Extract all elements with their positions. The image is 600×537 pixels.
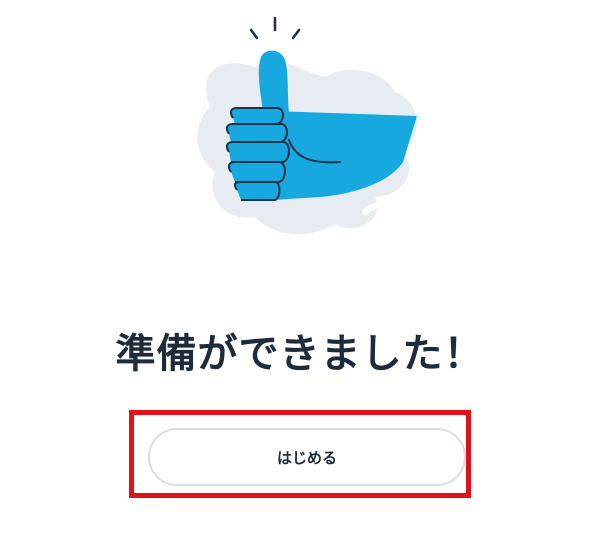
ready-screen: 準備ができました！ はじめる bbox=[0, 0, 600, 537]
start-button[interactable]: はじめる bbox=[148, 428, 466, 486]
thumbs-up-icon bbox=[197, 16, 417, 235]
thumbs-up-illustration bbox=[185, 12, 425, 247]
page-title: 準備ができました！ bbox=[115, 331, 485, 377]
